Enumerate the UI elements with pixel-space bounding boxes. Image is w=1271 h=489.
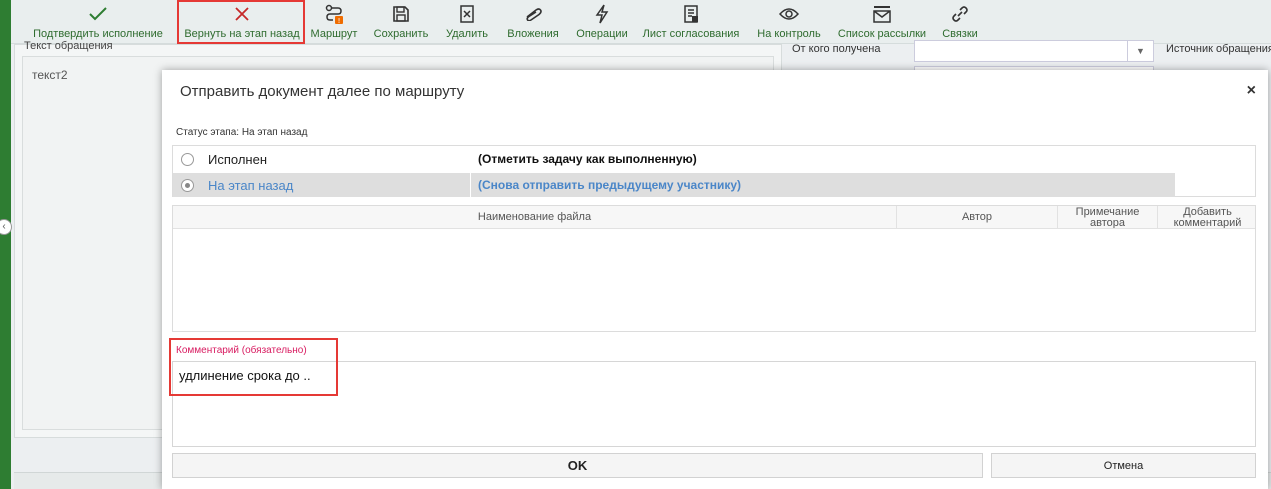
files-table: Наименование файла Автор Примечание авто…	[172, 205, 1256, 332]
delete-label: Удалить	[446, 28, 488, 40]
eye-icon	[779, 4, 799, 24]
close-icon[interactable]: ×	[1247, 82, 1256, 100]
confirm-execution-button[interactable]: Подтвердить исполнение	[33, 0, 163, 42]
column-add-comment[interactable]: Добавить комментарий	[1158, 206, 1255, 229]
option-description: (Отметить задачу как выполненную)	[478, 152, 697, 166]
option-name: На этап назад	[208, 177, 294, 193]
lightning-icon	[592, 4, 612, 24]
comment-label: Комментарий (обязательно)	[176, 345, 307, 356]
approval-sheet-label: Лист согласования	[642, 28, 740, 40]
option-executed[interactable]: Исполнен (Отметить задачу как выполненну…	[173, 147, 1175, 171]
request-text-label: Текст обращения	[24, 40, 113, 52]
toolbar: Подтвердить исполнение Вернуть на этап н…	[11, 0, 1271, 44]
paperclip-icon	[523, 4, 543, 24]
approval-document-icon	[681, 4, 701, 24]
left-edge-bar	[0, 0, 11, 489]
column-author-note[interactable]: Примечание автора	[1058, 206, 1158, 229]
delete-document-icon	[457, 4, 477, 24]
route-label: Маршрут	[310, 28, 358, 40]
received-from-label: От кого получена	[792, 43, 881, 55]
chevron-down-icon: ▼	[1127, 41, 1153, 61]
control-button[interactable]: На контроль	[756, 0, 822, 42]
links-button[interactable]: Связки	[936, 0, 984, 42]
chain-link-icon	[950, 4, 970, 24]
send-document-dialog: Отправить документ далее по маршруту × С…	[162, 70, 1268, 489]
save-button[interactable]: Сохранить	[373, 0, 429, 42]
attachments-label: Вложения	[507, 28, 559, 40]
dialog-title: Отправить документ далее по маршруту	[180, 83, 465, 100]
radio-button-selected[interactable]	[181, 178, 194, 192]
delete-button[interactable]: Удалить	[441, 0, 493, 42]
column-author-note-line2: автора	[1090, 217, 1125, 229]
confirm-execution-label: Подтвердить исполнение	[33, 28, 163, 40]
files-table-header: Наименование файла Автор Примечание авто…	[173, 206, 1255, 229]
ok-button[interactable]: OK	[172, 453, 983, 478]
checkmark-icon	[88, 4, 108, 24]
stage-options-list: Исполнен (Отметить задачу как выполненну…	[172, 145, 1256, 197]
mailing-list-button[interactable]: Список рассылки	[837, 0, 927, 42]
operations-button[interactable]: Операции	[573, 0, 631, 42]
option-description: (Снова отправить предыдущему участнику)	[478, 178, 742, 192]
save-label: Сохранить	[373, 28, 429, 40]
received-from-select[interactable]: ▼	[914, 40, 1154, 62]
route-icon: !	[324, 4, 344, 24]
radio-button[interactable]	[181, 152, 194, 166]
envelope-icon	[872, 4, 892, 24]
column-add-comment-line2: комментарий	[1173, 217, 1242, 229]
column-file-name[interactable]: Наименование файла	[173, 206, 897, 228]
mailing-list-label: Список рассылки	[837, 28, 927, 40]
floppy-disk-icon	[391, 4, 411, 24]
cross-icon	[232, 4, 252, 24]
svg-text:!: !	[338, 17, 341, 24]
option-return-back[interactable]: На этап назад (Снова отправить предыдуще…	[173, 173, 1175, 197]
column-author[interactable]: Автор	[897, 206, 1058, 228]
option-name: Исполнен	[208, 151, 268, 167]
cancel-button[interactable]: Отмена	[991, 453, 1256, 478]
approval-sheet-button[interactable]: Лист согласования	[641, 0, 741, 42]
return-back-button[interactable]: Вернуть на этап назад	[179, 0, 305, 42]
return-back-label: Вернуть на этап назад	[184, 28, 300, 40]
operations-label: Операции	[576, 28, 628, 40]
request-text-value: текст2	[32, 68, 68, 82]
comment-field[interactable]: удлинение срока до ..	[172, 361, 1256, 447]
control-label: На контроль	[757, 28, 821, 40]
request-source-label: Источник обращения	[1166, 43, 1271, 55]
attachments-button[interactable]: Вложения	[504, 0, 562, 42]
route-button[interactable]: ! Маршрут	[308, 0, 360, 42]
links-label: Связки	[942, 28, 978, 40]
stage-status-label: Статус этапа: На этап назад	[176, 127, 308, 138]
